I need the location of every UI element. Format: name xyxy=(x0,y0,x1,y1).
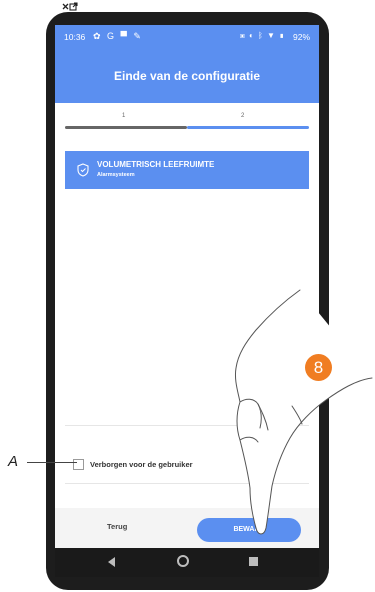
status-bar: 10:36 ✿ G ▀ ✎ ▣ ◐ ᛒ ▼ ▮ 92% xyxy=(55,31,319,45)
nav-back-icon[interactable] xyxy=(108,557,115,567)
hide-from-user-label: Verborgen voor de gebruiker xyxy=(90,460,193,469)
nav-recent-apps-icon[interactable] xyxy=(249,557,258,566)
back-button[interactable]: Terug xyxy=(107,522,127,531)
callout-letter: A xyxy=(8,453,19,470)
step-2-label: 2 xyxy=(241,113,245,119)
page-title: Einde van de configuratie xyxy=(113,69,261,83)
android-nav-bar xyxy=(55,548,319,577)
stepper: 1 2 xyxy=(65,113,309,133)
device-card[interactable]: VOLUMETRISCH LEEFRUIMTE Alarmsysteem xyxy=(65,151,309,189)
step-badge: 8 xyxy=(305,354,332,381)
divider-bottom xyxy=(65,483,309,484)
phone-screen: 10:36 ✿ G ▀ ✎ ▣ ◐ ᛒ ▼ ▮ 92% Einde van de… xyxy=(55,25,319,577)
step-2-line-active xyxy=(187,126,309,129)
divider-top xyxy=(65,425,309,426)
device-name: VOLUMETRISCH LEEFRUIMTE xyxy=(97,160,215,169)
battery-percentage: 92% xyxy=(292,32,310,42)
hide-from-user-checkbox[interactable] xyxy=(73,459,84,470)
notification-icons: ✿ G ▀ ✎ xyxy=(93,31,143,41)
nav-home-icon[interactable] xyxy=(177,555,189,567)
step-1-line xyxy=(65,126,187,129)
step-1-label: 1 xyxy=(122,113,126,119)
shield-icon xyxy=(77,163,89,177)
status-time: 10:36 xyxy=(64,32,86,42)
callout-line xyxy=(27,462,77,463)
device-type: Alarmsysteem xyxy=(97,172,135,178)
system-status-icons: ▣ ◐ ᛒ ▼ ▮ xyxy=(239,31,285,40)
save-button[interactable]: BEWAAR xyxy=(197,518,301,542)
app-header: 10:36 ✿ G ▀ ✎ ▣ ◐ ᛒ ▼ ▮ 92% Einde van de… xyxy=(55,25,319,103)
